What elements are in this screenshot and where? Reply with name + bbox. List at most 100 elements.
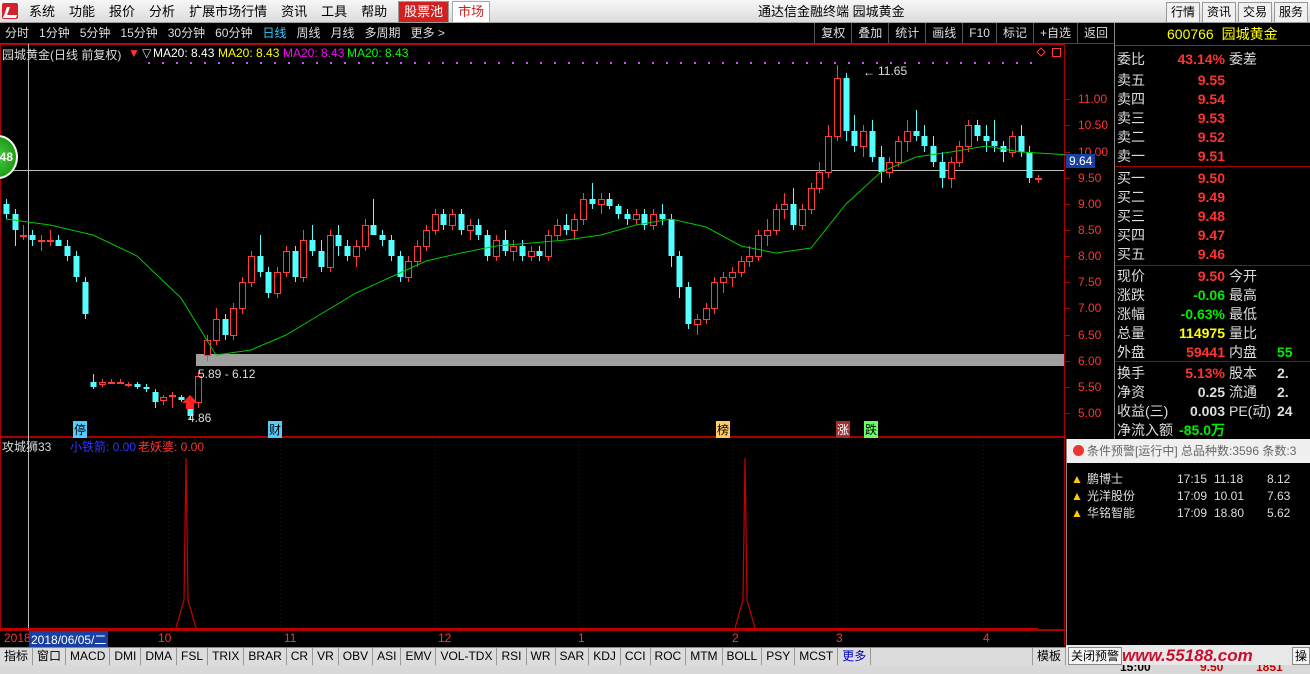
period-multi[interactable]: 多周期	[360, 23, 406, 44]
tool-overlay[interactable]: 叠加	[851, 23, 888, 43]
indicator-tab[interactable]: VOL-TDX	[436, 648, 498, 665]
stat-value: 114975	[1179, 325, 1225, 341]
indicator-tab[interactable]: 指标	[0, 648, 34, 665]
news-button[interactable]: 资讯	[1201, 2, 1236, 23]
indicator-tab[interactable]: ROC	[651, 648, 687, 665]
period-more[interactable]: 更多 >	[406, 23, 450, 44]
top-dot-marker	[582, 62, 584, 64]
price-axis-label: 7.00	[1078, 301, 1102, 315]
marker-list[interactable]: 榜	[716, 421, 731, 438]
indicator-tab[interactable]: SAR	[556, 648, 590, 665]
stat-label-2: 内盘	[1229, 344, 1257, 360]
indicator-tab[interactable]: CCI	[621, 648, 651, 665]
operate-button[interactable]: 操	[1291, 647, 1310, 665]
alert-row[interactable]: ▲ 华铭智能 17:09 18.80 5.62	[1067, 505, 1310, 522]
tool-back[interactable]: 返回	[1076, 23, 1114, 43]
indicator-tab[interactable]: 窗口	[33, 648, 67, 665]
ask-row[interactable]: 卖三 9.53	[1117, 109, 1225, 128]
candle-down	[536, 251, 543, 256]
candle-down	[12, 214, 19, 230]
top-dot-marker	[652, 62, 654, 64]
period-15min[interactable]: 15分钟	[115, 23, 162, 44]
stat-value: 0.003	[1189, 403, 1225, 419]
ask-price: 9.51	[1197, 148, 1225, 164]
candle-up	[230, 308, 237, 336]
kline-chart-canvas[interactable]: 11.0010.5010.009.509.008.508.007.507.006…	[0, 0, 1114, 674]
quote-button[interactable]: 行情	[1165, 2, 1200, 23]
marker-limit-up[interactable]: 涨	[836, 421, 851, 438]
indicator-tab[interactable]: MCST	[795, 648, 839, 665]
candle-up	[834, 78, 841, 137]
ask-price: 9.53	[1197, 110, 1225, 126]
indicator-tab[interactable]: TRIX	[208, 648, 245, 665]
period-monthly[interactable]: 月线	[326, 23, 360, 44]
tool-adjust[interactable]: 复权	[814, 23, 851, 43]
indicator-tab[interactable]: EMV	[401, 648, 437, 665]
top-dot-marker	[610, 62, 612, 64]
ma-line-1: MA20: 8.43	[153, 46, 215, 60]
ask-label: 卖四	[1117, 91, 1145, 107]
indicator-tab[interactable]: VR	[313, 648, 339, 665]
top-dot-marker	[302, 62, 304, 64]
tool-f10[interactable]: F10	[962, 23, 996, 43]
bid-row[interactable]: 买三 9.48	[1117, 207, 1225, 226]
indicator-tab[interactable]: CR	[287, 648, 314, 665]
candle-up	[213, 319, 220, 341]
service-button[interactable]: 服务	[1273, 2, 1308, 23]
ask-row[interactable]: 卖二 9.52	[1117, 128, 1225, 147]
top-dot-marker	[232, 62, 234, 64]
bid-row[interactable]: 买二 9.49	[1117, 188, 1225, 207]
top-dot-marker	[148, 62, 150, 64]
indicator-tab[interactable]: 更多	[838, 648, 872, 665]
indicator-tab[interactable]: BOLL	[723, 648, 763, 665]
tool-add-favorite[interactable]: +自选	[1032, 23, 1077, 43]
period-daily[interactable]: 日线	[257, 23, 291, 44]
bid-label: 买二	[1117, 189, 1145, 205]
price-axis-label: 6.50	[1078, 328, 1102, 342]
indicator-tab[interactable]: RSI	[497, 648, 527, 665]
bid-row[interactable]: 买一 9.50	[1117, 169, 1225, 188]
marker-suspend[interactable]: 停	[73, 421, 88, 438]
indicator-tab[interactable]: OBV	[339, 648, 374, 665]
period-5min[interactable]: 5分钟	[75, 23, 116, 44]
period-weekly[interactable]: 周线	[291, 23, 325, 44]
indicator-tab[interactable]: 模板	[1031, 648, 1066, 665]
tool-draw[interactable]: 画线	[925, 23, 962, 43]
candle-up	[633, 214, 640, 220]
bid-row[interactable]: 买五 9.46	[1117, 245, 1225, 264]
ask-row[interactable]: 卖五 9.55	[1117, 71, 1225, 90]
period-timeshare[interactable]: 分时	[0, 23, 34, 44]
indicator-tab[interactable]: FSL	[177, 648, 209, 665]
trade-button[interactable]: 交易	[1237, 2, 1272, 23]
indicator-tab[interactable]: MACD	[66, 648, 111, 665]
stat-row: 换手 5.13% 股本 2.	[1117, 364, 1289, 383]
kline-chart[interactable]: 11.00 10.50 10.00 9.50 9.00 8.50 8.00 7.50 7.00 6…	[0, 0, 1114, 674]
top-dot-marker	[848, 62, 850, 64]
indicator-tab[interactable]: KDJ	[589, 648, 621, 665]
period-30min[interactable]: 30分钟	[163, 23, 210, 44]
alert-row[interactable]: ▲ 鹏博士 17:15 11.18 8.12	[1067, 471, 1310, 488]
indicator-tab[interactable]: DMI	[110, 648, 142, 665]
period-1min[interactable]: 1分钟	[34, 23, 75, 44]
indicator-tab[interactable]: DMA	[141, 648, 178, 665]
close-alert-button[interactable]: 关闭预警	[1068, 647, 1123, 665]
ask-row[interactable]: 卖四 9.54	[1117, 90, 1225, 109]
stat-row: 涨跌 -0.06 最高	[1117, 286, 1277, 305]
bid-row[interactable]: 买四 9.47	[1117, 226, 1225, 245]
indicator-spike	[734, 457, 756, 629]
tool-stats[interactable]: 统计	[888, 23, 925, 43]
indicator-tab[interactable]: BRAR	[244, 648, 287, 665]
indicator-tab[interactable]: PSY	[762, 648, 796, 665]
tool-mark[interactable]: 标记	[995, 23, 1033, 43]
indicator-tab[interactable]: MTM	[686, 648, 723, 665]
indicator-tab[interactable]: ASI	[373, 648, 402, 665]
alert-row[interactable]: ▲ 光洋股份 17:09 10.01 7.63	[1067, 488, 1310, 505]
period-60min[interactable]: 60分钟	[210, 23, 257, 44]
candle-down	[913, 131, 920, 136]
indicator-tab[interactable]: WR	[527, 648, 556, 665]
top-right-buttons: 行情 资讯 交易 服务	[1165, 0, 1310, 23]
candle-down	[134, 384, 141, 387]
ask-row[interactable]: 卖一 9.51	[1117, 147, 1225, 166]
marker-finance[interactable]: 财	[268, 421, 283, 438]
marker-limit-down[interactable]: 跌	[864, 421, 879, 438]
